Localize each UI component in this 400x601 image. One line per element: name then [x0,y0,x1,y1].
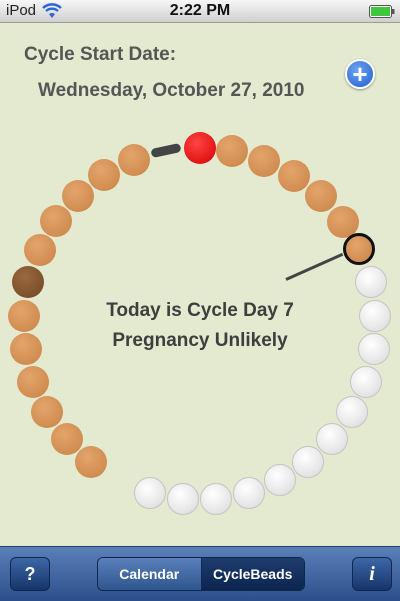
cycle-start-marker [150,142,182,159]
tab-cyclebeads[interactable]: CycleBeads [201,558,304,590]
today-cycle-day-text: Today is Cycle Day 7 [106,300,294,321]
status-time: 2:22 PM [169,2,231,19]
bead-day-5[interactable] [305,180,337,212]
bead-day-2[interactable] [216,135,248,167]
bead-day-11[interactable] [350,366,382,398]
bead-day-31[interactable] [118,144,150,176]
bead-day-1[interactable] [184,132,216,164]
bead-day-13[interactable] [316,423,348,455]
info-button[interactable]: i [352,557,392,591]
bead-day-3[interactable] [248,145,280,177]
today-pointer-line [285,252,344,281]
help-button[interactable]: ? [10,557,50,591]
bead-day-19[interactable] [134,477,166,509]
bead-day-16[interactable] [233,477,265,509]
view-segmented-control: Calendar CycleBeads [97,557,305,591]
status-bar: iPod 2:22 PM [0,0,400,23]
bead-day-26[interactable] [12,266,44,298]
bead-day-20[interactable] [75,446,107,478]
cycle-start-label: Cycle Start Date: [24,44,177,65]
bead-day-10[interactable] [358,333,390,365]
bead-day-7-current[interactable] [343,233,375,265]
bead-day-15[interactable] [264,464,296,496]
battery-icon [369,5,395,23]
bead-day-23[interactable] [17,366,49,398]
question-icon: ? [24,563,36,584]
add-button[interactable]: + [345,59,375,89]
bottom-toolbar: ? Calendar CycleBeads i [0,546,400,601]
bead-day-4[interactable] [278,160,310,192]
bead-day-30[interactable] [88,159,120,191]
bead-day-27[interactable] [24,234,56,266]
bead-day-9[interactable] [359,300,391,332]
bead-day-14[interactable] [292,446,324,478]
bead-day-28[interactable] [40,205,72,237]
bead-day-12[interactable] [336,396,368,428]
pregnancy-status-text: Pregnancy Unlikely [112,330,288,351]
info-icon: i [369,562,375,585]
bead-day-18[interactable] [167,483,199,515]
bead-day-25[interactable] [8,300,40,332]
bead-day-24[interactable] [10,333,42,365]
bead-day-17[interactable] [200,483,232,515]
bead-day-8[interactable] [355,266,387,298]
tab-calendar[interactable]: Calendar [98,558,202,590]
bead-day-21[interactable] [51,423,83,455]
cycle-start-date[interactable]: Wednesday, October 27, 2010 [38,80,304,102]
plus-icon: + [352,59,368,89]
bead-day-29[interactable] [62,180,94,212]
bead-day-22[interactable] [31,396,63,428]
